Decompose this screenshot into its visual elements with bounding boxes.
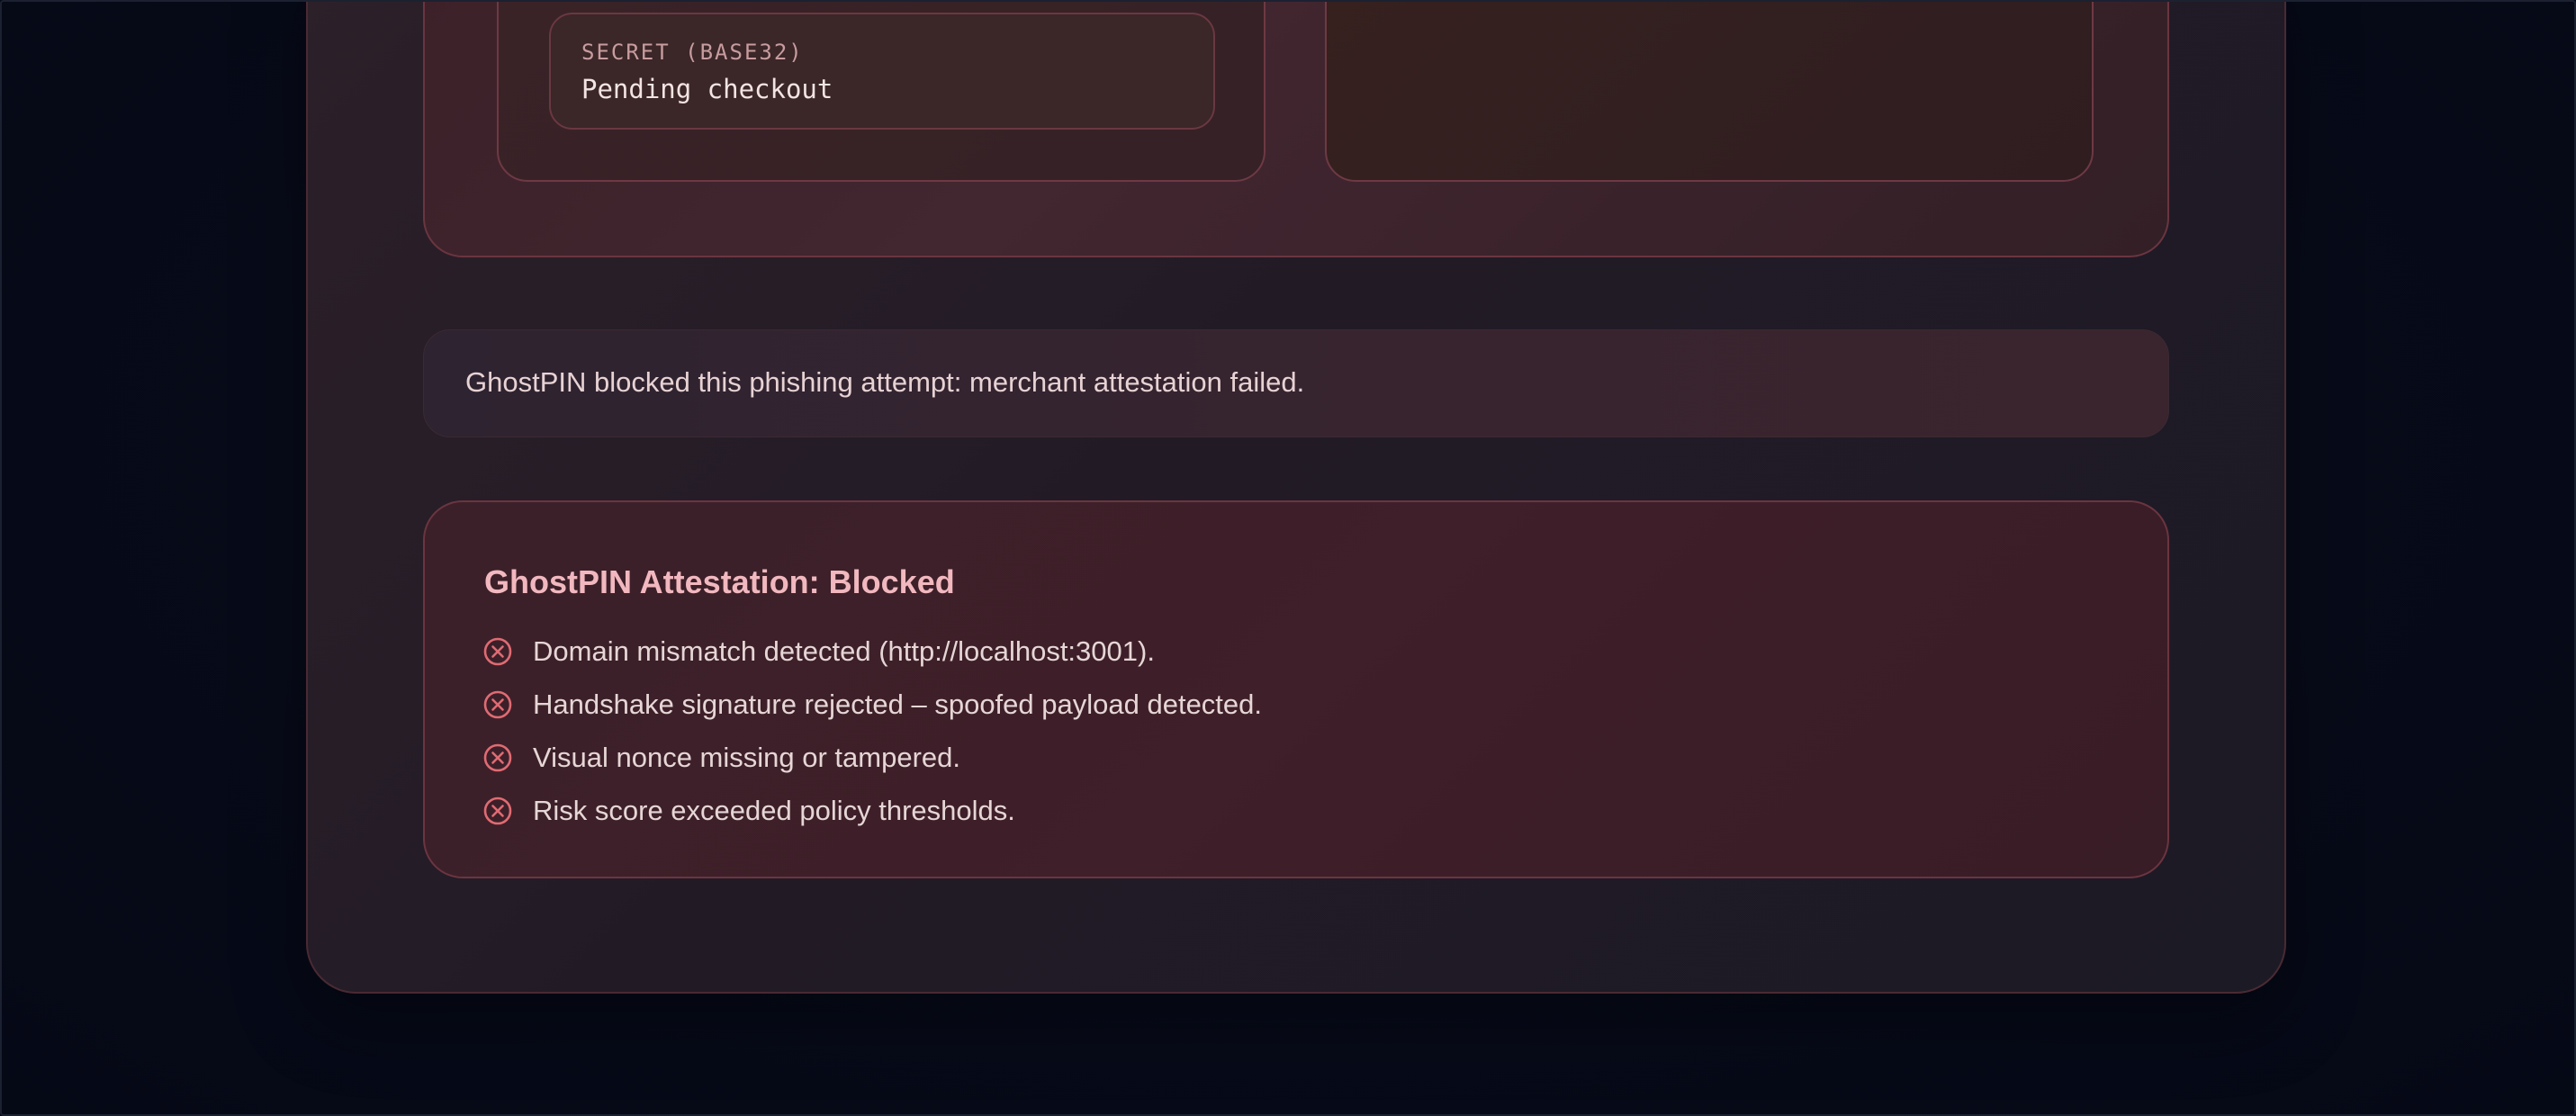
attestation-item-text: Domain mismatch detected (http://localho… <box>533 634 1155 667</box>
attestation-title: GhostPIN Attestation: Blocked <box>484 563 955 600</box>
x-circle-icon <box>482 742 513 773</box>
notice-text: GhostPIN blocked this phishing attempt: … <box>465 366 1305 398</box>
phishing-blocked-notice: GhostPIN blocked this phishing attempt: … <box>423 329 2169 437</box>
attestation-panel: GhostPIN Attestation: Blocked Domain mis… <box>423 500 2169 878</box>
attestation-list: Domain mismatch detected (http://localho… <box>482 625 1262 837</box>
x-circle-icon <box>482 636 513 667</box>
attestation-item-text: Visual nonce missing or tampered. <box>533 741 961 773</box>
attestation-item: Handshake signature rejected – spoofed p… <box>482 678 1262 731</box>
attestation-item: Visual nonce missing or tampered. <box>482 731 1262 784</box>
secret-field-label: SECRET (BASE32) <box>581 40 804 65</box>
attestation-item: Domain mismatch detected (http://localho… <box>482 625 1262 678</box>
attestation-item: Risk score exceeded policy thresholds. <box>482 784 1262 837</box>
x-circle-icon <box>482 796 513 826</box>
x-circle-icon <box>482 689 513 720</box>
secondary-card <box>1325 0 2094 182</box>
secret-field-value: Pending checkout <box>581 74 833 104</box>
secret-field: SECRET (BASE32) Pending checkout <box>549 13 1215 130</box>
attestation-item-text: Handshake signature rejected – spoofed p… <box>533 688 1263 720</box>
attestation-item-text: Risk score exceeded policy thresholds. <box>533 794 1015 826</box>
page-background: SECRET (BASE32) Pending checkout GhostPI… <box>0 0 2576 1116</box>
